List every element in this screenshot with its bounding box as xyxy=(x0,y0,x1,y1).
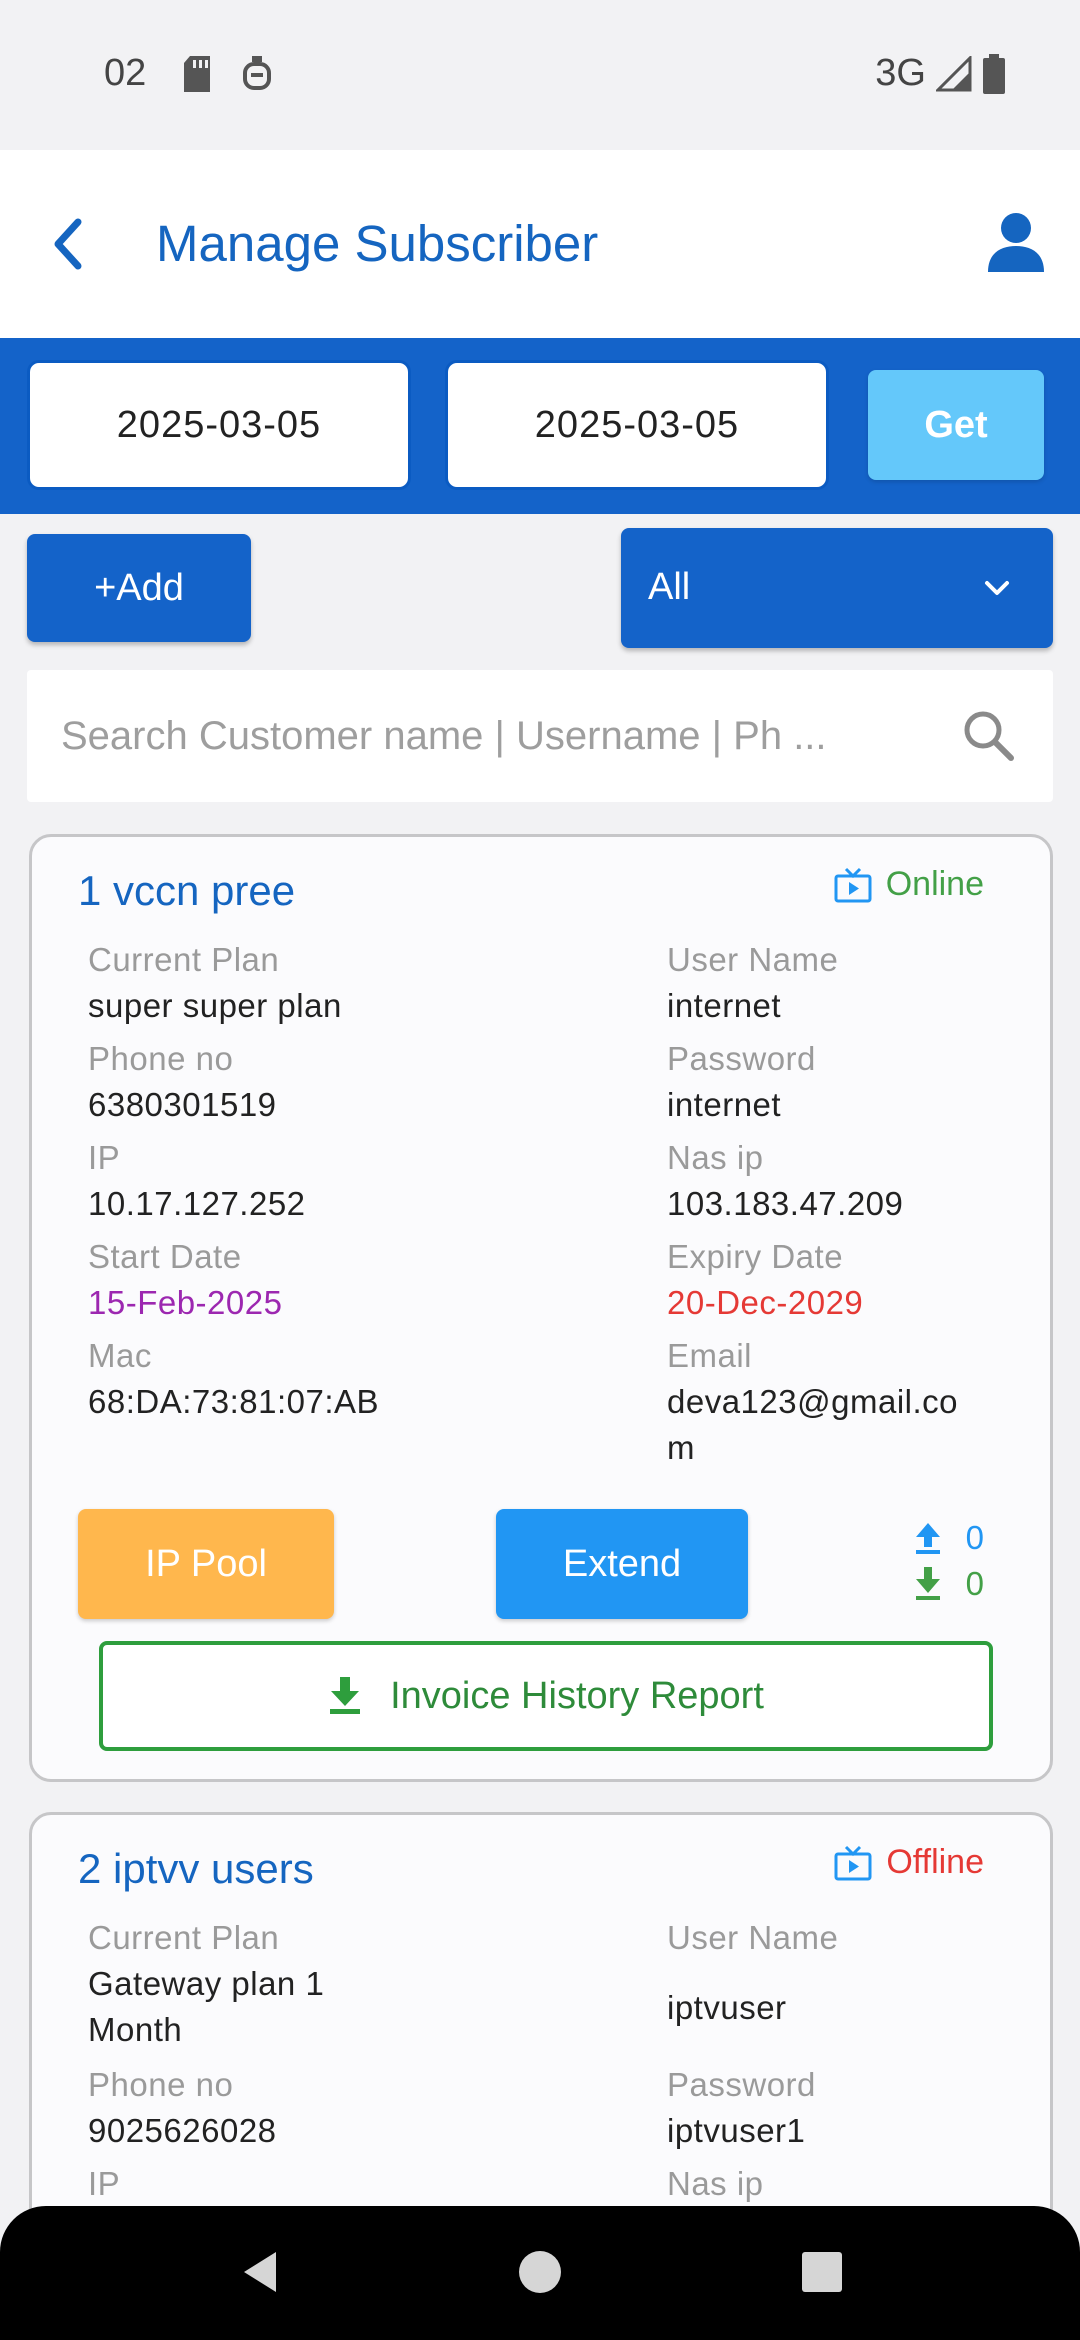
date-filter-bar: 2025-03-05 2025-03-05 Get xyxy=(0,338,1080,514)
phone-field: Phone no 6380301519 xyxy=(88,1036,277,1128)
nas-ip-label: Nas ip xyxy=(667,2165,764,2202)
password-label: Password xyxy=(667,1040,816,1077)
invoice-history-report-button[interactable]: Invoice History Report xyxy=(99,1641,993,1751)
chevron-down-icon xyxy=(985,581,1009,595)
get-button[interactable]: Get xyxy=(868,370,1044,480)
status-badge: Online xyxy=(834,865,984,904)
phone-label: Phone no xyxy=(88,2066,234,2103)
current-plan-field: Current Plan super super plan xyxy=(88,937,342,1029)
nas-ip-field: Nas ip xyxy=(667,2161,764,2207)
upload-arrow-icon xyxy=(915,1523,940,1554)
filter-selected-value: All xyxy=(648,566,691,608)
status-filter-dropdown[interactable]: All xyxy=(621,528,1053,648)
email-value: deva123@gmail.com xyxy=(667,1383,958,1466)
password-field: Password iptvuser1 xyxy=(667,2062,816,2154)
ip-label: IP xyxy=(88,1139,121,1176)
signal-icon xyxy=(936,55,972,91)
sd-card-icon xyxy=(184,56,210,92)
nav-recents-icon[interactable] xyxy=(796,2246,848,2298)
ip-pool-button[interactable]: IP Pool xyxy=(78,1509,334,1619)
username-field: User Name internet xyxy=(667,937,838,1029)
current-plan-field: Current Plan Gateway plan 1 Month xyxy=(88,1915,388,2053)
person-icon[interactable] xyxy=(984,210,1048,274)
mac-label: Mac xyxy=(88,1337,152,1374)
network-type: 3G xyxy=(875,52,926,94)
status-text: Offline xyxy=(886,1843,984,1881)
expiry-date-field: Expiry Date 20-Dec-2029 xyxy=(667,1234,863,1326)
ip-field: IP xyxy=(88,2161,120,2207)
email-label: Email xyxy=(667,1337,753,1374)
nav-back-icon[interactable] xyxy=(236,2246,288,2298)
username-value: iptvuser xyxy=(667,1989,787,2026)
nas-ip-field: Nas ip 103.183.47.209 xyxy=(667,1135,903,1227)
phone-field: Phone no 9025626028 xyxy=(88,2062,277,2154)
start-date-field: Start Date 15-Feb-2025 xyxy=(88,1234,282,1326)
mac-value: 68:DA:73:81:07:AB xyxy=(88,1383,380,1420)
nas-ip-label: Nas ip xyxy=(667,1139,764,1176)
download-counter: 0 xyxy=(914,1565,984,1603)
phone-label: Phone no xyxy=(88,1040,234,1077)
current-plan-label: Current Plan xyxy=(88,1919,280,1956)
ip-label: IP xyxy=(88,2165,121,2202)
phone-value: 9025626028 xyxy=(88,2112,277,2149)
username-value: internet xyxy=(667,987,782,1024)
current-plan-label: Current Plan xyxy=(88,941,280,978)
app-bar: Manage Subscriber xyxy=(0,150,1080,338)
expiry-date-label: Expiry Date xyxy=(667,1238,844,1275)
password-label: Password xyxy=(667,2066,816,2103)
phone-value: 6380301519 xyxy=(88,1086,277,1123)
nas-ip-value: 103.183.47.209 xyxy=(667,1185,904,1222)
search-bar xyxy=(27,670,1053,802)
password-value: iptvuser1 xyxy=(667,2112,806,2149)
back-chevron-icon[interactable] xyxy=(44,214,94,274)
username-label: User Name xyxy=(667,1919,839,1956)
password-field: Password internet xyxy=(667,1036,816,1128)
upload-value: 0 xyxy=(965,1519,984,1556)
start-date-label: Start Date xyxy=(88,1238,242,1275)
ip-value: 10.17.127.252 xyxy=(88,1185,306,1222)
status-right: 3G xyxy=(875,52,1006,95)
mac-field: Mac 68:DA:73:81:07:AB xyxy=(88,1333,388,1425)
download-icon xyxy=(330,1677,361,1714)
password-value: internet xyxy=(667,1086,782,1123)
username-field: User Name iptvuser xyxy=(667,1915,838,2031)
download-arrow-icon xyxy=(915,1567,940,1600)
email-field: Email deva123@gmail.com xyxy=(667,1333,967,1471)
system-navigation-bar xyxy=(0,2206,1080,2340)
to-date-field[interactable]: 2025-03-05 xyxy=(445,360,829,490)
ip-field: IP 10.17.127.252 xyxy=(88,1135,306,1227)
current-plan-value: super super plan xyxy=(88,987,342,1024)
username-label: User Name xyxy=(667,941,839,978)
battery-icon xyxy=(983,53,1005,94)
add-button[interactable]: +Add xyxy=(27,534,251,642)
tv-icon xyxy=(834,867,872,902)
from-date-field[interactable]: 2025-03-05 xyxy=(27,360,411,490)
expiry-date-value: 20-Dec-2029 xyxy=(667,1284,864,1321)
search-icon[interactable] xyxy=(961,708,1017,764)
subscriber-card[interactable]: 1 vccn pree Online Current Plan super su… xyxy=(29,834,1053,1782)
extend-button[interactable]: Extend xyxy=(496,1509,748,1619)
invoice-history-label: Invoice History Report xyxy=(390,1674,764,1717)
start-date-value: 15-Feb-2025 xyxy=(88,1284,283,1321)
subscriber-title[interactable]: 1 vccn pree xyxy=(78,867,295,915)
status-badge: Offline xyxy=(834,1843,984,1882)
status-time: 02 xyxy=(104,52,147,94)
manage-subscriber-screen: 02 3G Manage Subscriber 2025-03-05 2025-… xyxy=(0,0,1080,2340)
nav-home-icon[interactable] xyxy=(514,2246,566,2298)
search-input[interactable] xyxy=(61,704,941,768)
subscriber-title[interactable]: 2 iptvv users xyxy=(78,1845,314,1893)
page-title: Manage Subscriber xyxy=(156,215,599,272)
current-plan-value: Gateway plan 1 Month xyxy=(88,1965,325,2048)
upload-counter: 0 xyxy=(914,1519,984,1557)
tv-icon xyxy=(834,1845,872,1880)
status-text: Online xyxy=(885,865,984,903)
robot-icon xyxy=(243,56,271,90)
download-value: 0 xyxy=(965,1565,984,1602)
status-bar: 02 3G xyxy=(0,0,1080,150)
